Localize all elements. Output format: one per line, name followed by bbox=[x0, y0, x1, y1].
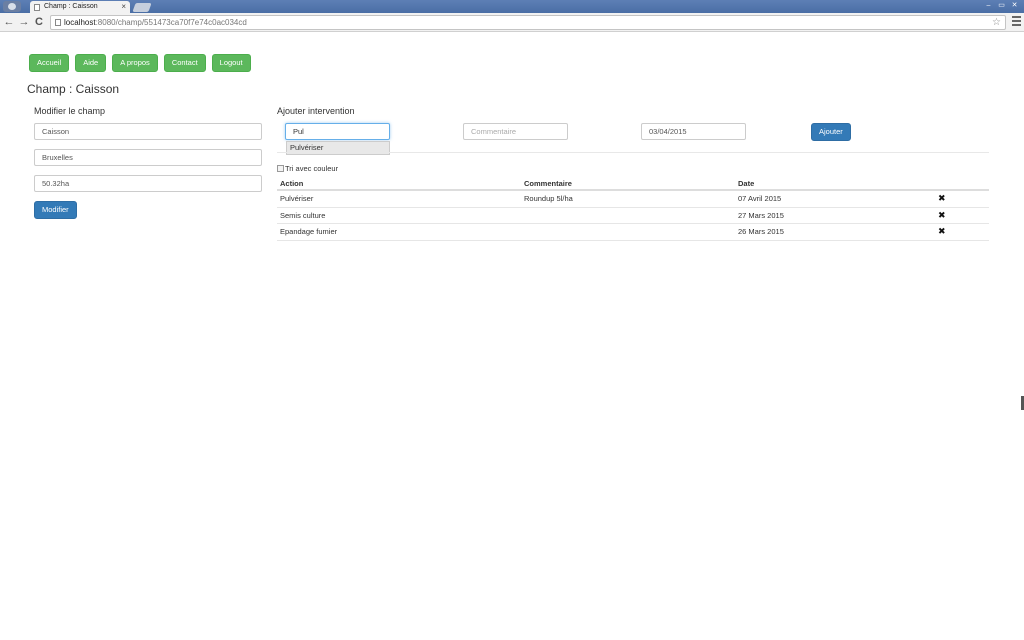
add-button[interactable]: Ajouter bbox=[811, 123, 851, 141]
delete-icon[interactable]: ✖ bbox=[938, 208, 946, 223]
window-controls: – ▭ ✕ bbox=[983, 1, 1020, 10]
tab-close-icon[interactable]: × bbox=[121, 1, 126, 13]
address-bar[interactable]: localhost:8080/champ/551473ca70f7e74c0ac… bbox=[50, 15, 1006, 30]
minimize-icon[interactable]: – bbox=[983, 1, 994, 10]
tab-title: Champ : Caisson bbox=[44, 3, 98, 10]
date-input[interactable] bbox=[641, 123, 746, 140]
field-name-input[interactable] bbox=[34, 123, 262, 140]
browser-toolbar: ← → C localhost:8080/champ/551473ca70f7e… bbox=[0, 13, 1024, 32]
edit-form-title: Modifier le champ bbox=[34, 106, 106, 116]
page-icon bbox=[55, 19, 61, 26]
page-title: Champ : Caisson bbox=[27, 82, 120, 96]
nav-contact-button[interactable]: Contact bbox=[163, 54, 206, 72]
field-area-input[interactable] bbox=[34, 175, 262, 192]
delete-icon[interactable]: ✖ bbox=[938, 191, 946, 206]
browser-tab[interactable]: Champ : Caisson × bbox=[30, 1, 130, 13]
new-tab-button[interactable] bbox=[132, 3, 152, 12]
header-comment: Commentaire bbox=[524, 179, 572, 188]
table-row: Semis culture 27 Mars 2015 ✖ bbox=[277, 208, 989, 224]
row-date: 26 Mars 2015 bbox=[738, 227, 784, 236]
page-icon bbox=[34, 4, 40, 11]
row-action: Epandage fumier bbox=[280, 227, 338, 236]
back-arrow-icon[interactable]: ← bbox=[3, 15, 15, 29]
browser-menu-icon[interactable] bbox=[3, 1, 21, 12]
add-intervention-title: Ajouter intervention bbox=[277, 106, 355, 116]
row-date: 27 Mars 2015 bbox=[738, 210, 784, 220]
row-comment: Roundup 5l/ha bbox=[524, 194, 573, 203]
main-nav: Accueil Aide A propos Contact Logout bbox=[29, 54, 251, 72]
row-date: 07 Avril 2015 bbox=[738, 194, 782, 203]
divider bbox=[277, 152, 989, 153]
header-action: Action bbox=[280, 179, 304, 188]
field-city-input[interactable] bbox=[34, 149, 262, 166]
nav-accueil-button[interactable]: Accueil bbox=[29, 54, 70, 72]
comment-input[interactable] bbox=[463, 123, 568, 140]
table-header: Action Commentaire Date bbox=[277, 176, 989, 191]
interventions-table: Action Commentaire Date Pulvériser Round… bbox=[277, 176, 989, 241]
sort-color-option: Tri avec couleur bbox=[277, 164, 338, 173]
modify-button[interactable]: Modifier bbox=[34, 201, 77, 219]
sort-color-checkbox[interactable] bbox=[277, 165, 284, 172]
hamburger-menu-icon[interactable] bbox=[1012, 16, 1021, 27]
reload-icon[interactable]: C bbox=[33, 15, 45, 29]
delete-icon[interactable]: ✖ bbox=[938, 224, 946, 239]
url-path: :8080/champ/551473ca70f7e74c0ac034cd bbox=[95, 18, 247, 27]
nav-apropos-button[interactable]: A propos bbox=[112, 54, 158, 72]
sort-color-label: Tri avec couleur bbox=[285, 164, 339, 173]
bookmark-star-icon[interactable]: ☆ bbox=[992, 16, 1001, 29]
table-row: Epandage fumier 26 Mars 2015 ✖ bbox=[277, 224, 989, 241]
nav-aide-button[interactable]: Aide bbox=[75, 54, 107, 72]
maximize-icon[interactable]: ▭ bbox=[996, 1, 1007, 10]
header-date: Date bbox=[738, 179, 755, 188]
url-host: localhost bbox=[64, 18, 96, 27]
window-titlebar: Champ : Caisson × – ▭ ✕ bbox=[0, 0, 1024, 13]
nav-logout-button[interactable]: Logout bbox=[211, 54, 251, 72]
row-action: Semis culture bbox=[280, 210, 326, 220]
table-row: Pulvériser Roundup 5l/ha 07 Avril 2015 ✖ bbox=[277, 191, 989, 208]
row-action: Pulvériser bbox=[280, 194, 314, 203]
forward-arrow-icon[interactable]: → bbox=[18, 15, 30, 29]
close-window-icon[interactable]: ✕ bbox=[1009, 1, 1020, 10]
action-input[interactable] bbox=[285, 123, 390, 140]
